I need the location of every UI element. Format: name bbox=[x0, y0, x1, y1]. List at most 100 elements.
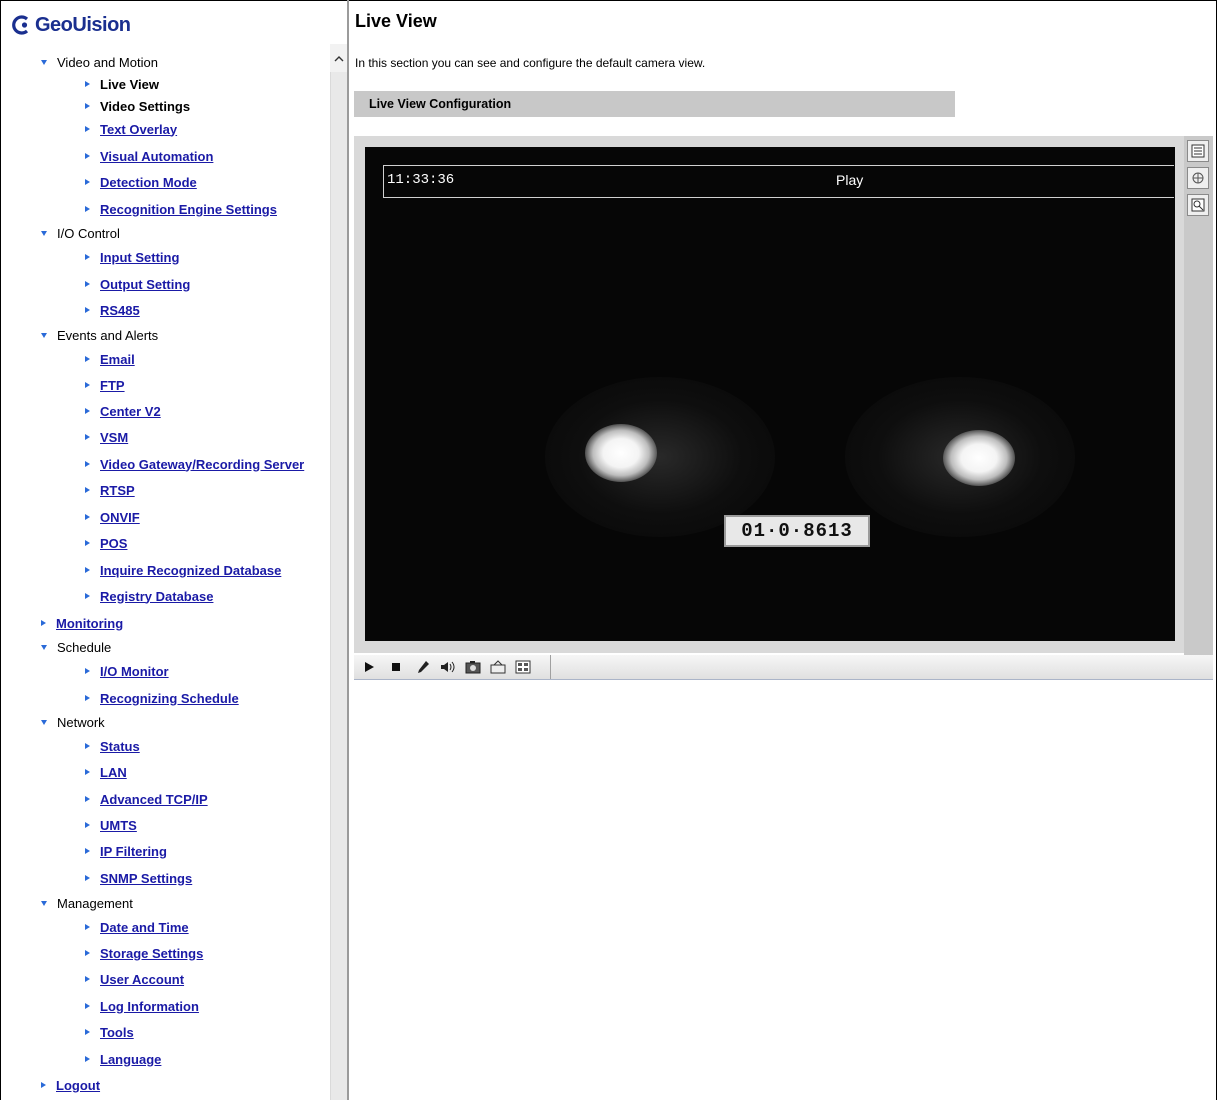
sidebar-item-email[interactable]: Email bbox=[85, 350, 135, 368]
sidebar-item-input-setting[interactable]: Input Setting bbox=[85, 248, 179, 266]
sidebar-item-i-o-monitor[interactable]: I/O Monitor bbox=[85, 662, 169, 680]
sidebar-item-label[interactable]: UMTS bbox=[100, 818, 137, 833]
sidebar-item-label[interactable]: I/O Monitor bbox=[100, 664, 169, 679]
sidebar-item-vsm[interactable]: VSM bbox=[85, 428, 128, 446]
microphone-button[interactable] bbox=[412, 655, 434, 679]
sidebar-item-label[interactable]: POS bbox=[100, 536, 127, 551]
sidebar-item-rs485[interactable]: RS485 bbox=[85, 301, 140, 319]
scroll-up-button[interactable] bbox=[330, 44, 347, 72]
sidebar-item-label[interactable]: Detection Mode bbox=[100, 175, 197, 190]
stop-button[interactable] bbox=[385, 655, 407, 679]
video-osd: 11:33:36 Play bbox=[383, 165, 1174, 198]
sidebar-item-label[interactable]: Email bbox=[100, 352, 135, 367]
sidebar-item-label[interactable]: Output Setting bbox=[100, 277, 190, 292]
speaker-button[interactable] bbox=[437, 655, 459, 679]
sidebar-item-advanced-tcp-ip[interactable]: Advanced TCP/IP bbox=[85, 790, 208, 808]
sidebar-item-pos[interactable]: POS bbox=[85, 534, 127, 552]
caret-right-icon bbox=[85, 408, 90, 414]
sidebar-item-monitoring[interactable]: Monitoring bbox=[41, 614, 123, 632]
sidebar-item-label[interactable]: Log Information bbox=[100, 999, 199, 1014]
sidebar-item-live-view[interactable]: Live View bbox=[85, 75, 159, 93]
page-title: Live View bbox=[355, 11, 437, 31]
sidebar-item-language[interactable]: Language bbox=[85, 1050, 161, 1068]
settings-panel-button[interactable] bbox=[1187, 140, 1209, 162]
sidebar-item-status[interactable]: Status bbox=[85, 737, 140, 755]
play-button[interactable] bbox=[358, 655, 380, 679]
sidebar-item-label[interactable]: Monitoring bbox=[56, 616, 123, 631]
caret-right-icon bbox=[85, 103, 90, 109]
sidebar-item-label[interactable]: RS485 bbox=[100, 303, 140, 318]
sidebar-item-label[interactable]: Inquire Recognized Database bbox=[100, 563, 281, 578]
sidebar-item-user-account[interactable]: User Account bbox=[85, 970, 184, 988]
sidebar-item-label[interactable]: Text Overlay bbox=[100, 122, 177, 137]
sidebar-scrollbar[interactable] bbox=[330, 44, 348, 1100]
ptz-button[interactable] bbox=[1187, 167, 1209, 189]
sidebar-item-label[interactable]: VSM bbox=[100, 430, 128, 445]
sidebar-item-label[interactable]: Input Setting bbox=[100, 250, 179, 265]
sidebar-item-recognition-engine-settings[interactable]: Recognition Engine Settings bbox=[85, 200, 277, 218]
caret-right-icon bbox=[41, 620, 46, 626]
sidebar-item-center-v2[interactable]: Center V2 bbox=[85, 402, 161, 420]
sidebar-item-label[interactable]: User Account bbox=[100, 972, 184, 987]
frame-divider[interactable] bbox=[347, 0, 349, 1100]
sidebar-item-label[interactable]: FTP bbox=[100, 378, 125, 393]
live-video[interactable]: 01·0·8613 11:33:36 Play bbox=[365, 147, 1175, 641]
sidebar-item-label[interactable]: IP Filtering bbox=[100, 844, 167, 859]
sidebar-item-ftp[interactable]: FTP bbox=[85, 376, 125, 394]
sidebar-item-label[interactable]: Recognition Engine Settings bbox=[100, 202, 277, 217]
sidebar-item-umts[interactable]: UMTS bbox=[85, 816, 137, 834]
sidebar-item-label[interactable]: Registry Database bbox=[100, 589, 213, 604]
sidebar-item-network[interactable]: Network bbox=[41, 713, 105, 731]
sidebar-item-i-o-control[interactable]: I/O Control bbox=[41, 224, 120, 242]
sidebar-item-ip-filtering[interactable]: IP Filtering bbox=[85, 842, 167, 860]
caret-down-icon bbox=[41, 59, 47, 65]
caret-right-icon bbox=[85, 593, 90, 599]
sidebar-item-rtsp[interactable]: RTSP bbox=[85, 481, 135, 499]
sidebar-item-date-and-time[interactable]: Date and Time bbox=[85, 918, 189, 936]
zoom-button[interactable] bbox=[1187, 194, 1209, 216]
sidebar-item-video-settings[interactable]: Video Settings bbox=[85, 97, 190, 115]
sidebar-item-snmp-settings[interactable]: SNMP Settings bbox=[85, 869, 192, 887]
sidebar-item-label[interactable]: Date and Time bbox=[100, 920, 189, 935]
sidebar-item-video-and-motion[interactable]: Video and Motion bbox=[41, 53, 158, 71]
sidebar-item-label[interactable]: Logout bbox=[56, 1078, 100, 1093]
sidebar-item-label[interactable]: Language bbox=[100, 1052, 161, 1067]
caret-right-icon bbox=[85, 769, 90, 775]
sidebar-item-events-and-alerts[interactable]: Events and Alerts bbox=[41, 326, 158, 344]
sidebar-item-label[interactable]: Visual Automation bbox=[100, 149, 213, 164]
sidebar-item-label[interactable]: RTSP bbox=[100, 483, 135, 498]
sidebar-item-visual-automation[interactable]: Visual Automation bbox=[85, 147, 213, 165]
sidebar-item-management[interactable]: Management bbox=[41, 894, 133, 912]
sidebar-item-label[interactable]: Status bbox=[100, 739, 140, 754]
sidebar-item-recognizing-schedule[interactable]: Recognizing Schedule bbox=[85, 689, 239, 707]
sidebar-item-detection-mode[interactable]: Detection Mode bbox=[85, 173, 197, 191]
sidebar-item-tools[interactable]: Tools bbox=[85, 1023, 134, 1041]
sidebar-item-label[interactable]: Video Gateway/Recording Server bbox=[100, 457, 304, 472]
sidebar-item-label[interactable]: ONVIF bbox=[100, 510, 140, 525]
sidebar-item-registry-database[interactable]: Registry Database bbox=[85, 587, 213, 605]
sidebar-item-text-overlay[interactable]: Text Overlay bbox=[85, 120, 177, 138]
caret-right-icon bbox=[85, 206, 90, 212]
fullscreen-button[interactable] bbox=[512, 655, 534, 679]
sidebar-item-log-information[interactable]: Log Information bbox=[85, 997, 199, 1015]
sidebar-item-label[interactable]: LAN bbox=[100, 765, 127, 780]
sidebar-item-label[interactable]: Center V2 bbox=[100, 404, 161, 419]
sidebar-item-schedule[interactable]: Schedule bbox=[41, 638, 111, 656]
sidebar-item-storage-settings[interactable]: Storage Settings bbox=[85, 944, 203, 962]
sidebar-item-onvif[interactable]: ONVIF bbox=[85, 508, 140, 526]
sidebar-item-label[interactable]: Storage Settings bbox=[100, 946, 203, 961]
sidebar-item-output-setting[interactable]: Output Setting bbox=[85, 275, 190, 293]
record-button[interactable] bbox=[487, 655, 509, 679]
sidebar-item-label[interactable]: Recognizing Schedule bbox=[100, 691, 239, 706]
osd-status: Play bbox=[836, 172, 864, 188]
sidebar-item-inquire-recognized-database[interactable]: Inquire Recognized Database bbox=[85, 561, 281, 579]
sidebar-item-video-gateway-recording-server[interactable]: Video Gateway/Recording Server bbox=[85, 455, 304, 473]
snapshot-button[interactable] bbox=[462, 655, 484, 679]
sidebar-item-logout[interactable]: Logout bbox=[41, 1076, 100, 1094]
sidebar-item-lan[interactable]: LAN bbox=[85, 763, 127, 781]
sidebar-item-label[interactable]: Advanced TCP/IP bbox=[100, 792, 208, 807]
fullscreen-icon bbox=[515, 660, 531, 674]
caret-right-icon bbox=[85, 1056, 90, 1062]
sidebar-item-label[interactable]: Tools bbox=[100, 1025, 134, 1040]
sidebar-item-label[interactable]: SNMP Settings bbox=[100, 871, 192, 886]
